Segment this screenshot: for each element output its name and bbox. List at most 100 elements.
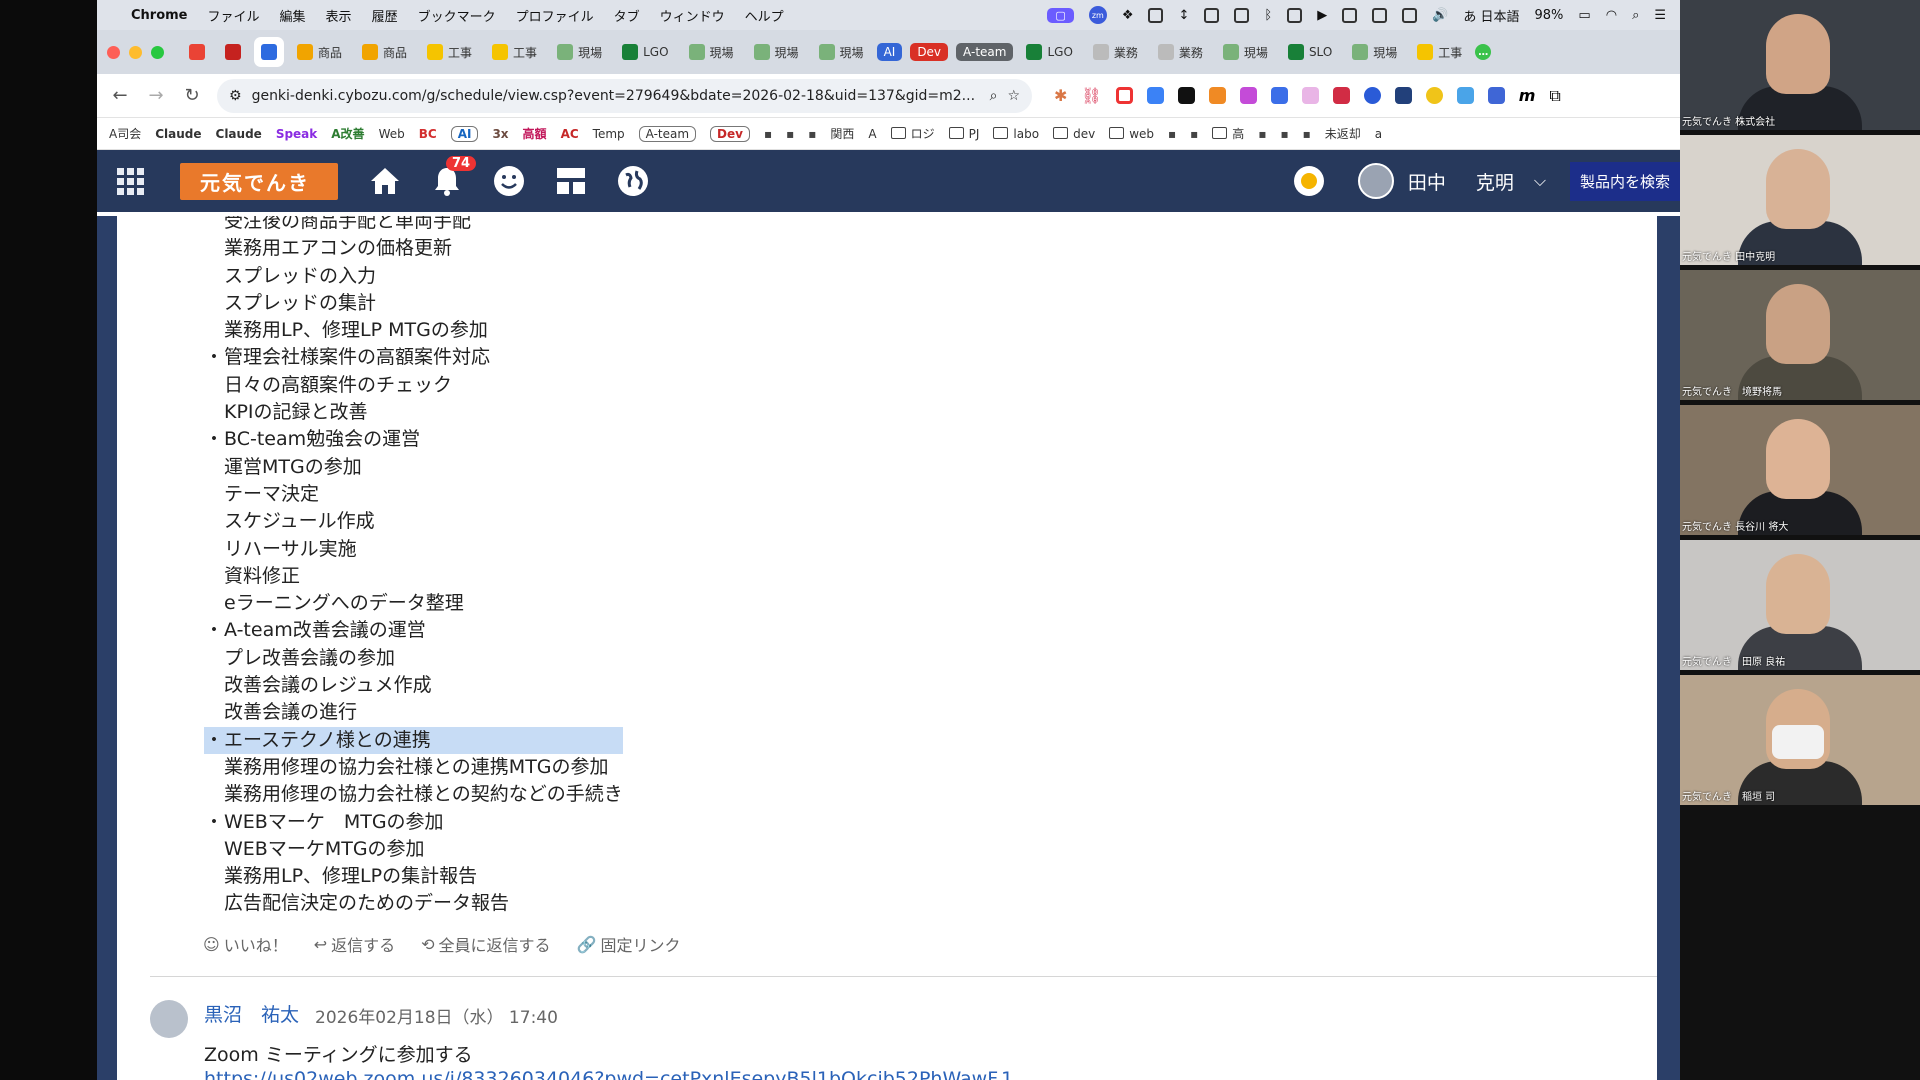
bluetooth-icon[interactable]: ᛒ: [1264, 8, 1272, 23]
bookmark-item[interactable]: AI: [450, 125, 479, 142]
bookmark-item[interactable]: A司会: [109, 125, 141, 142]
menubar-app-name[interactable]: Chrome: [131, 8, 188, 23]
bookmark-item[interactable]: a: [1375, 127, 1382, 141]
bookmark-icon[interactable]: ▪: [786, 127, 794, 141]
company-logo[interactable]: 元気でんき: [180, 162, 338, 200]
bookmark-item[interactable]: 高: [1212, 125, 1244, 142]
wifi-icon[interactable]: ◠: [1606, 8, 1617, 23]
browser-tab[interactable]: 現場: [1216, 37, 1275, 67]
browser-tab[interactable]: 商品: [290, 37, 349, 67]
browser-tab[interactable]: 業務: [1086, 37, 1145, 67]
bookmark-icon[interactable]: ▪: [1190, 127, 1198, 141]
layout-icon[interactable]: [554, 164, 588, 198]
display-icon[interactable]: [1402, 7, 1418, 23]
reload-icon[interactable]: ↻: [181, 85, 203, 106]
blue-extension-icon[interactable]: [1456, 87, 1474, 104]
minimize-window-button[interactable]: [129, 45, 142, 59]
participant-video-tile[interactable]: 元気でんき 稲垣 司: [1680, 675, 1920, 805]
tab-group-dev[interactable]: Dev: [910, 43, 949, 61]
browser-tab[interactable]: 工事: [420, 37, 479, 67]
participant-video-tile[interactable]: 元気でんき 長谷川 将大: [1680, 405, 1920, 535]
bookmark-item[interactable]: Claude: [155, 127, 201, 141]
yellow-extension-icon[interactable]: [1425, 87, 1443, 104]
bookmark-item[interactable]: A-team: [638, 125, 697, 142]
bookmark-item[interactable]: 高額: [523, 125, 547, 142]
browser-tab[interactable]: [218, 37, 248, 67]
bookmark-item[interactable]: AC: [561, 127, 579, 141]
browser-tab[interactable]: 業務: [1151, 37, 1210, 67]
menu-window[interactable]: ウィンドウ: [660, 6, 725, 25]
back-arrow-icon[interactable]: ←: [109, 85, 131, 106]
browser-tab[interactable]: 商品: [355, 37, 414, 67]
site-settings-icon[interactable]: ⚙: [229, 88, 242, 104]
window-icon[interactable]: [1287, 7, 1303, 23]
edit-icon[interactable]: [1148, 7, 1164, 23]
forward-arrow-icon[interactable]: →: [145, 85, 167, 106]
browser-tab[interactable]: 工事: [485, 37, 544, 67]
browser-tab[interactable]: SLO: [1281, 37, 1339, 67]
tab-group-ai[interactable]: AI: [876, 43, 903, 61]
record-extension-icon[interactable]: [1115, 87, 1133, 104]
browser-tab[interactable]: 工事: [1410, 37, 1469, 67]
browser-tab[interactable]: 現場: [1345, 37, 1404, 67]
bookmark-item[interactable]: ロジ: [891, 125, 935, 142]
post-author-avatar[interactable]: [150, 1000, 188, 1038]
capture-icon[interactable]: [1234, 7, 1250, 23]
user-menu-chevron-icon[interactable]: ⌵: [1534, 171, 1546, 191]
browser-tab[interactable]: [254, 37, 284, 67]
status-sun-icon[interactable]: [1293, 166, 1324, 196]
browser-tab[interactable]: 現場: [550, 37, 609, 67]
reply-button[interactable]: ↩ 返信する: [314, 932, 395, 956]
post-author-name[interactable]: 黒沼 祐太: [204, 1000, 299, 1027]
link-extension-icon[interactable]: ⛓: [1081, 86, 1101, 105]
bookmark-item[interactable]: 未返却: [1325, 125, 1361, 142]
participant-video-tile[interactable]: 元気でんき 田中克明: [1680, 135, 1920, 265]
omnibox[interactable]: ⚙ genki-denki.cybozu.com/g/schedule/view…: [217, 78, 1032, 113]
clipboard-icon[interactable]: [1342, 7, 1358, 23]
bookmark-icon[interactable]: ▪: [764, 127, 772, 141]
a-icon[interactable]: [1204, 7, 1220, 23]
home-icon[interactable]: [368, 164, 402, 198]
control-center-icon[interactable]: ☰: [1654, 8, 1666, 23]
play-icon[interactable]: ▶: [1317, 8, 1327, 23]
m-extension-icon[interactable]: m: [1519, 86, 1536, 105]
bookmark-item[interactable]: Dev: [710, 125, 750, 142]
monitor-extension-icon[interactable]: [1394, 87, 1412, 104]
bookmark-item[interactable]: Claude: [216, 127, 262, 141]
bookmark-item[interactable]: PJ: [949, 127, 980, 141]
puzzle-extension-icon[interactable]: ⧉: [1549, 86, 1560, 106]
app-menu-grid-icon[interactable]: [117, 167, 144, 195]
browser-tab[interactable]: 現場: [747, 37, 806, 67]
bookmark-icon[interactable]: ▪: [1168, 127, 1176, 141]
zoom-icon[interactable]: zm: [1088, 6, 1107, 24]
menu-file[interactable]: ファイル: [208, 6, 260, 25]
input-method[interactable]: あ 日本語: [1463, 6, 1519, 25]
like-button[interactable]: ☺ いいね！: [203, 932, 288, 956]
mic-extension-icon[interactable]: [1332, 87, 1350, 104]
check-extension-icon[interactable]: [1270, 87, 1288, 104]
menu-profile[interactable]: プロファイル: [516, 6, 594, 25]
product-search-button[interactable]: 製品内を検索: [1569, 161, 1680, 201]
zoom-meeting-link[interactable]: https://us02web.zoom.us/j/83326034046?pw…: [204, 1068, 1013, 1080]
bookmark-item[interactable]: A改善: [331, 125, 364, 142]
bookmark-item[interactable]: dev: [1053, 127, 1095, 141]
user-last-name[interactable]: 田中: [1408, 168, 1446, 195]
menu-tab[interactable]: タブ: [614, 6, 640, 25]
bookmark-item[interactable]: Temp: [593, 127, 625, 141]
notion-extension-icon[interactable]: [1177, 87, 1195, 104]
browser-tab[interactable]: 現場: [812, 37, 871, 67]
flag-extension-icon[interactable]: [1239, 87, 1257, 104]
tab-group-a-team[interactable]: A-team: [956, 43, 1014, 61]
bookmark-item[interactable]: web: [1109, 127, 1154, 141]
battery-percent[interactable]: 98%: [1535, 8, 1564, 23]
permalink-button[interactable]: 🔗 固定リンク: [577, 932, 681, 956]
smiley-icon[interactable]: [492, 164, 526, 198]
bookmark-icon[interactable]: ▪: [1280, 127, 1288, 141]
url-text[interactable]: genki-denki.cybozu.com/g/schedule/view.c…: [252, 88, 980, 104]
zoom-lens-icon[interactable]: ⌕: [990, 88, 998, 104]
bookmark-item[interactable]: BC: [419, 127, 437, 141]
screen-share-icon[interactable]: ▢: [1047, 7, 1074, 23]
spotlight-icon[interactable]: ⌕: [1632, 8, 1639, 23]
bookmark-item[interactable]: 3x: [492, 127, 508, 141]
browser-tab[interactable]: [182, 37, 212, 67]
